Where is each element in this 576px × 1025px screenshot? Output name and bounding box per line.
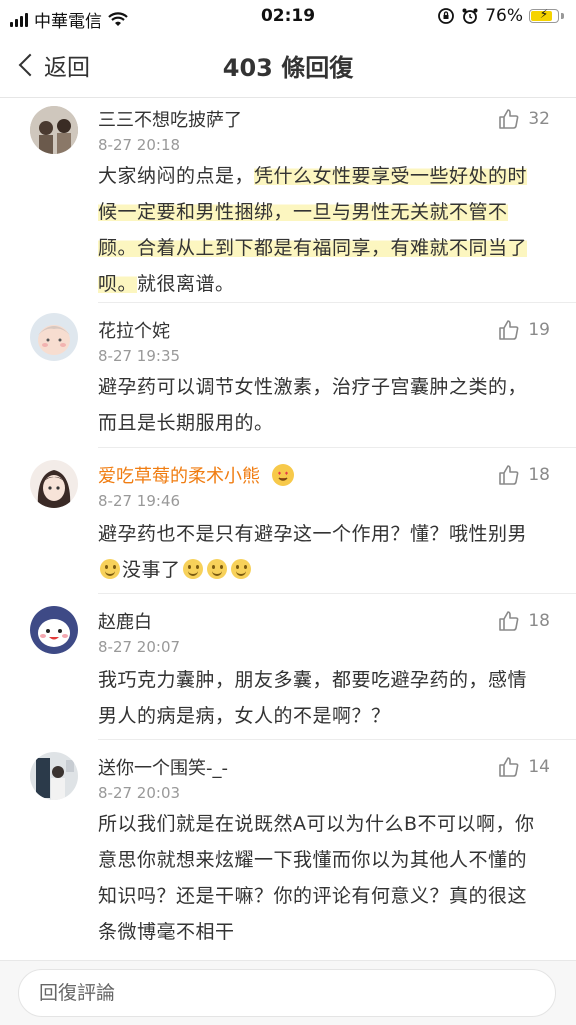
avatar-image xyxy=(30,460,78,508)
status-bar: 中華電信 02:19 76% ⚡ xyxy=(0,0,576,34)
comment-time: 8-27 20:07 xyxy=(98,638,181,656)
like-count: 18 xyxy=(528,465,550,485)
like-count: 19 xyxy=(528,320,550,340)
comment-item: 花拉个姹 8-27 19:35 19 避孕药可以调节女性激素，治疗子宫囊肿之类的… xyxy=(0,303,576,448)
comment-author[interactable]: 三三不想吃披萨了 xyxy=(98,106,242,132)
like-button[interactable]: 18 xyxy=(498,464,550,486)
orientation-lock-icon xyxy=(438,8,455,24)
avatar-image xyxy=(30,752,78,800)
battery-percent: 76% xyxy=(485,6,523,26)
heart-eyes-emoji-icon xyxy=(271,464,294,486)
comment-time: 8-27 20:03 xyxy=(98,784,181,802)
comment-item: 赵鹿白 8-27 20:07 18 我巧克力囊肿，朋友多囊，都要吃避孕药的，感情… xyxy=(0,594,576,740)
comment-time: 8-27 20:18 xyxy=(98,136,181,154)
like-count: 14 xyxy=(528,757,550,777)
comment-author[interactable]: 花拉个姹 xyxy=(98,317,170,343)
comment-author[interactable]: 送你一个围笑-_- xyxy=(98,754,228,780)
comment-text: 避孕药可以调节女性激素，治疗子宫囊肿之类的，而且是长期服用的。 xyxy=(98,376,528,434)
reply-bar: 回復評論 xyxy=(0,960,576,1025)
thumbs-up-icon xyxy=(498,319,520,341)
comment-time: 8-27 19:46 xyxy=(98,492,181,510)
comment-text-part: 避孕药也不是只有避孕这一个作用？懂？哦性别男 xyxy=(98,523,528,545)
smile-emoji-icon xyxy=(182,559,203,579)
comment-time: 8-27 19:35 xyxy=(98,347,181,365)
avatar[interactable] xyxy=(30,752,78,800)
avatar[interactable] xyxy=(30,106,78,154)
alarm-icon xyxy=(462,8,478,24)
avatar-image xyxy=(30,313,78,361)
comment-item: 三三不想吃披萨了 8-27 20:18 32 大家纳闷的点是，凭什么女性要享受一… xyxy=(0,98,576,303)
like-button[interactable]: 32 xyxy=(498,108,550,130)
thumbs-up-icon xyxy=(498,610,520,632)
nav-bar: 返回 403 條回復 xyxy=(0,34,576,98)
thumbs-up-icon xyxy=(498,108,520,130)
avatar-image xyxy=(30,106,78,154)
reply-input[interactable]: 回復評論 xyxy=(18,969,556,1017)
comment-author[interactable]: 赵鹿白 xyxy=(98,608,152,634)
comment-item: 送你一个围笑-_- 8-27 20:03 14 所以我们就是在说既然A可以为什么… xyxy=(0,740,576,960)
page-title: 403 條回復 xyxy=(222,54,354,82)
comment-item: 爱吃草莓的柔术小熊 8-27 19:46 18 避孕药也不是只有避孕这一个作用？… xyxy=(0,448,576,594)
battery-icon: ⚡ xyxy=(529,7,559,23)
comment-text-part: 没事了 xyxy=(122,559,181,581)
like-count: 18 xyxy=(528,611,550,631)
battery-tip xyxy=(561,13,564,19)
smile-emoji-icon xyxy=(100,559,120,579)
avatar-image xyxy=(30,606,78,654)
avatar[interactable] xyxy=(30,606,78,654)
comment-text: 大家纳闷的点是，凭什么女性要享受一些好处的时候一定要和男性捆绑，一旦与男性无关就… xyxy=(98,158,538,302)
comment-author[interactable]: 爱吃草莓的柔术小熊 xyxy=(98,462,294,488)
thumbs-up-icon xyxy=(498,756,520,778)
smile-emoji-icon xyxy=(206,559,227,579)
like-button[interactable]: 18 xyxy=(498,610,550,632)
comment-text: 所以我们就是在说既然A可以为什么B不可以啊，你意思你就想来炫耀一下我懂而你以为其… xyxy=(98,813,535,943)
comment-text-part: 就很离谱。 xyxy=(137,273,235,295)
like-count: 32 xyxy=(528,109,550,129)
smile-emoji-icon xyxy=(230,559,251,579)
like-button[interactable]: 19 xyxy=(498,319,550,341)
comment-text: 避孕药也不是只有避孕这一个作用？懂？哦性别男没事了 xyxy=(98,516,538,588)
thumbs-up-icon xyxy=(498,464,520,486)
like-button[interactable]: 14 xyxy=(498,756,550,778)
avatar[interactable] xyxy=(30,313,78,361)
status-right: 76% ⚡ xyxy=(437,6,564,26)
avatar[interactable] xyxy=(30,460,78,508)
comment-text-part: 大家纳闷的点是， xyxy=(98,165,255,187)
comment-text: 我巧克力囊肿，朋友多囊，都要吃避孕药的，感情男人的病是病，女人的不是啊？？ xyxy=(98,669,528,727)
author-name: 爱吃草莓的柔术小熊 xyxy=(98,466,260,487)
